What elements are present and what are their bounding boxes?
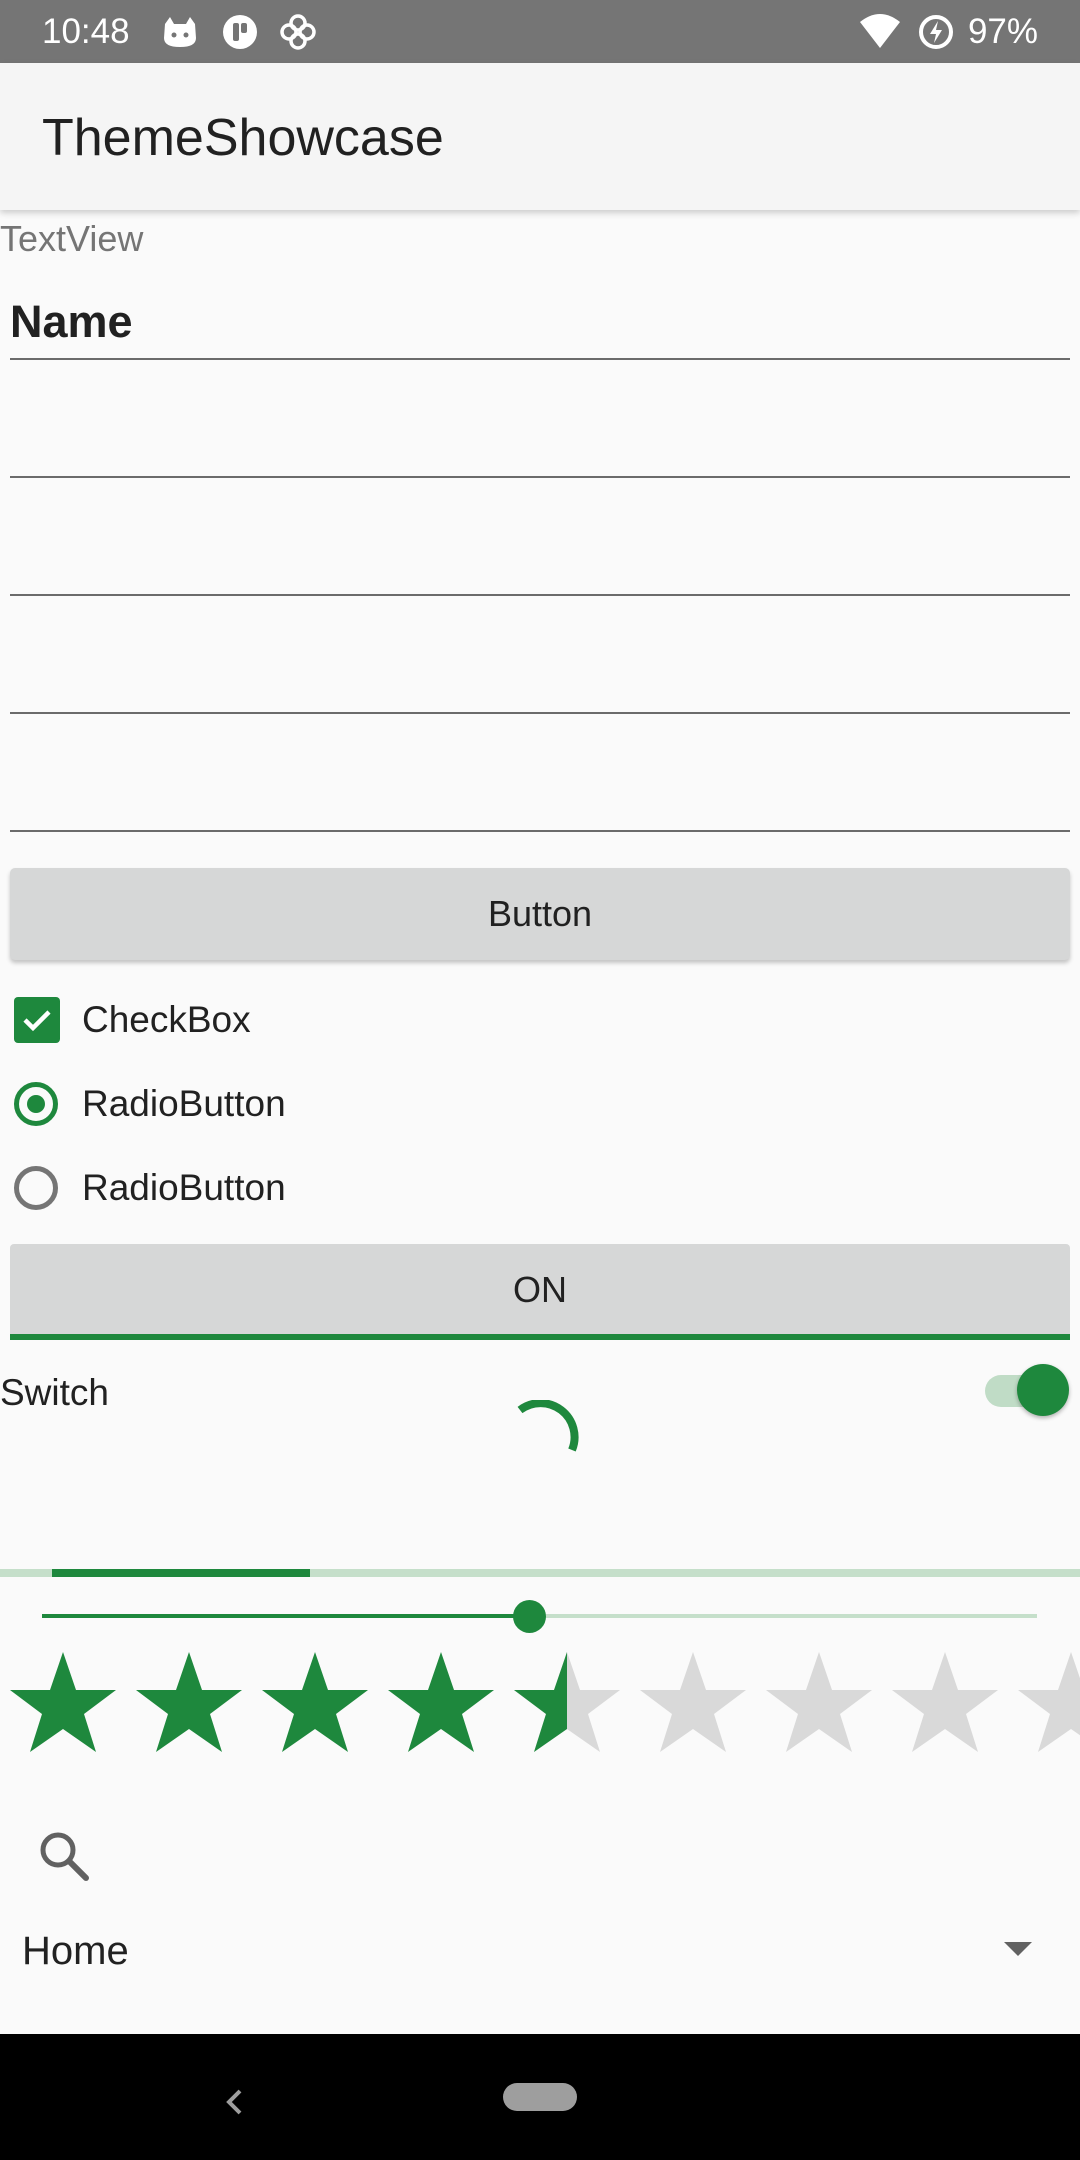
star-icon-6 <box>640 1652 746 1752</box>
edit-field-5[interactable] <box>10 772 1070 832</box>
edit-field-4[interactable] <box>10 654 1070 714</box>
slider-thumb[interactable] <box>513 1600 546 1633</box>
radio-row-1[interactable]: RadioButton <box>14 1074 286 1134</box>
radio-row-2[interactable]: RadioButton <box>14 1158 286 1218</box>
cat-notification-icon <box>164 17 196 47</box>
name-field-text: Name <box>10 296 133 347</box>
radio-button-2[interactable] <box>14 1166 58 1210</box>
checkbox[interactable] <box>14 997 60 1043</box>
app-title: ThemeShowcase <box>42 109 444 167</box>
switch-label: Switch <box>0 1372 109 1413</box>
toggle-indicator <box>10 1334 1070 1340</box>
checkbox-label: CheckBox <box>82 999 251 1040</box>
home-pill[interactable] <box>503 2083 577 2111</box>
checkmark-icon <box>23 1010 51 1032</box>
battery-percent: 97% <box>967 12 1038 51</box>
name-field[interactable]: Name <box>10 296 1070 360</box>
edit-field-3[interactable] <box>10 536 1070 596</box>
dropdown-arrow-icon <box>1004 1942 1032 1956</box>
battery-saver-icon <box>919 15 953 49</box>
star-icon-3 <box>262 1652 368 1752</box>
switch-thumb[interactable] <box>1017 1364 1069 1416</box>
radio-label-2: RadioButton <box>82 1167 286 1208</box>
spinner-dropdown[interactable]: Home <box>0 1914 1080 1988</box>
radio-dot <box>27 1095 45 1113</box>
status-time: 10:48 <box>42 12 130 51</box>
checkbox-row[interactable]: CheckBox <box>14 990 251 1050</box>
slider-fill <box>42 1614 530 1618</box>
star-icon-5-half <box>514 1652 620 1752</box>
toggle-button-label: ON <box>513 1269 567 1310</box>
star-icon-9 <box>1018 1652 1080 1752</box>
toggle-button[interactable]: ON <box>10 1244 1070 1336</box>
star-icon-2 <box>136 1652 242 1752</box>
star-icon-4 <box>388 1652 494 1752</box>
rating-bar[interactable] <box>0 1648 1080 1758</box>
star-icon-7 <box>766 1652 872 1752</box>
radio-button-1[interactable] <box>14 1082 58 1126</box>
star-icon-1 <box>10 1652 116 1752</box>
search-icon[interactable] <box>36 1828 92 1884</box>
star-icon-8 <box>892 1652 998 1752</box>
primary-button-label: Button <box>487 893 593 934</box>
status-bar: 10:48 97% <box>0 0 1080 63</box>
primary-button[interactable]: Button <box>10 868 1070 960</box>
edit-field-2[interactable] <box>10 418 1070 478</box>
wifi-icon <box>860 14 900 48</box>
textview-label: TextView <box>0 218 144 259</box>
back-icon[interactable] <box>220 2087 250 2117</box>
app-bar: ThemeShowcase <box>0 63 1080 210</box>
podcast-notification-icon <box>223 15 257 49</box>
rating-stars <box>10 1652 1080 1752</box>
radio-label-1: RadioButton <box>82 1083 286 1124</box>
pinwheel-notification-icon <box>280 14 316 50</box>
linear-progress-fill <box>52 1569 310 1577</box>
circular-progress-icon <box>517 1400 579 1452</box>
spinner-selected-value: Home <box>22 1929 129 1973</box>
